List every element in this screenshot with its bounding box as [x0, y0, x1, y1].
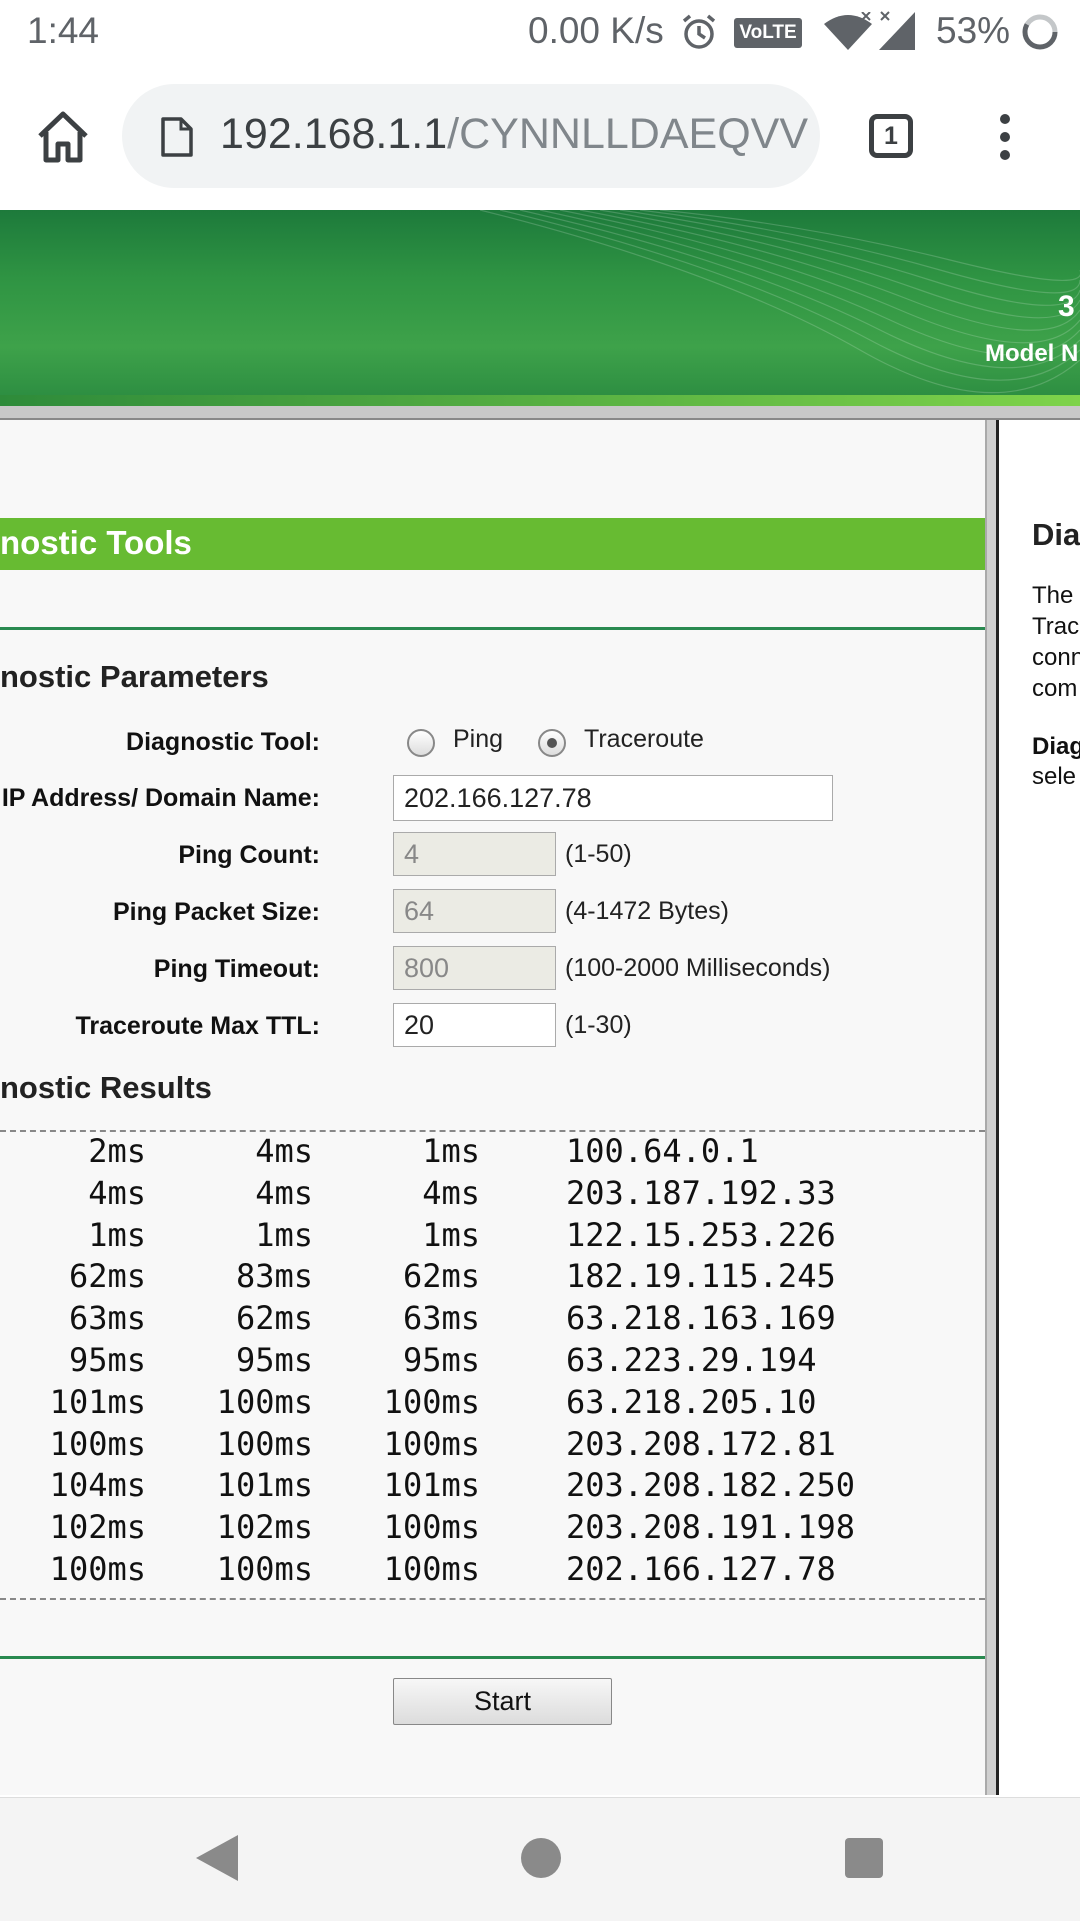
parameters-heading: nostic Parameters — [0, 659, 269, 694]
header-number: 3 — [1058, 290, 1075, 323]
packet-size-input[interactable] — [393, 889, 556, 933]
result-time-t3: 1ms — [422, 1215, 480, 1254]
divider — [0, 627, 985, 630]
packet-size-label: Ping Packet Size: — [112, 898, 320, 926]
result-time-t3: 95ms — [402, 1341, 480, 1379]
header-divider — [0, 406, 1080, 420]
model-name-label: Model N — [985, 340, 1079, 367]
help-text-line: com — [1032, 675, 1078, 702]
help-text-line: sele — [1032, 763, 1077, 790]
result-time-t3: 100ms — [383, 1424, 480, 1463]
ping-radio-label[interactable]: Ping — [453, 725, 503, 754]
ping-count-label: Ping Count: — [178, 841, 320, 869]
result-time-t3: 101ms — [383, 1466, 480, 1505]
result-row: 102ms 102ms 100ms 203.208.191.198 — [0, 1508, 985, 1550]
back-icon[interactable] — [194, 1833, 240, 1883]
results-heading: nostic Results — [0, 1070, 212, 1105]
result-hop-ip: 63.218.205.10 — [566, 1382, 817, 1421]
status-time: 1:44 — [27, 10, 100, 51]
result-time-t3: 62ms — [402, 1257, 480, 1296]
traceroute-radio[interactable] — [538, 729, 566, 757]
tab-switcher-button[interactable]: 1 — [869, 114, 913, 158]
result-row: 101ms 100ms 100ms 63.218.205.10 — [0, 1383, 985, 1425]
result-row: 104ms 101ms 101ms 203.208.182.250 — [0, 1466, 985, 1508]
result-hop-ip: 203.208.182.250 — [566, 1466, 855, 1505]
result-time-t3: 100ms — [383, 1550, 480, 1588]
result-row: 95ms 95ms 95ms 63.223.29.194 — [0, 1341, 985, 1383]
timeout-input[interactable] — [393, 946, 556, 990]
help-text-line: The — [1032, 582, 1074, 609]
ip-address-label: IP Address/ Domain Name: — [1, 784, 320, 812]
router-header-banner — [0, 210, 1080, 406]
url-host: 192.168.1.1 — [220, 110, 448, 158]
ttl-input[interactable] — [393, 1003, 556, 1047]
result-row: 1ms 1ms 1ms 122.15.253.226 — [0, 1216, 985, 1258]
divider — [0, 1656, 985, 1659]
diagnostic-tool-label: Diagnostic Tool: — [126, 728, 320, 756]
url-path: /CYNNLLDAEQVV — [447, 110, 809, 158]
header-accent-line — [0, 395, 1080, 406]
page-icon — [161, 117, 193, 157]
result-time-t3: 100ms — [383, 1508, 480, 1547]
result-row: 2ms 4ms 1ms 100.64.0.1 — [0, 1132, 985, 1174]
ttl-hint: (1-30) — [565, 1011, 632, 1039]
wifi-icon — [824, 12, 872, 50]
help-text-line: Trac — [1032, 613, 1080, 640]
more-menu-icon[interactable] — [990, 112, 1020, 162]
result-time-t3: 63ms — [402, 1299, 480, 1338]
result-hop-ip: 203.208.172.81 — [566, 1424, 836, 1463]
help-title: Dia — [1032, 517, 1080, 552]
result-hop-ip: 202.166.127.78 — [566, 1550, 836, 1588]
home-nav-icon[interactable] — [521, 1838, 561, 1878]
result-row: 100ms 100ms 100ms 203.208.172.81 — [0, 1425, 985, 1467]
result-time-t3: 100ms — [383, 1382, 480, 1421]
timeout-hint: (100-2000 Milliseconds) — [565, 954, 831, 982]
result-hop-ip: 203.187.192.33 — [566, 1173, 836, 1212]
result-row: 63ms 62ms 63ms 63.218.163.169 — [0, 1299, 985, 1341]
volte-badge: VoLTE — [734, 18, 802, 48]
section-title: nostic Tools — [0, 524, 192, 561]
result-row: 4ms 4ms 4ms 203.187.192.33 — [0, 1174, 985, 1216]
result-time-t3: 4ms — [422, 1173, 480, 1212]
recents-icon[interactable] — [845, 1838, 883, 1878]
ip-address-input[interactable] — [393, 775, 833, 821]
result-hop-ip: 203.208.191.198 — [566, 1508, 855, 1547]
ping-count-input[interactable] — [393, 832, 556, 876]
signal-icon — [879, 11, 915, 50]
result-hop-ip: 182.19.115.245 — [566, 1257, 836, 1296]
result-time-t3: 1ms — [422, 1132, 480, 1170]
result-hop-ip: 63.223.29.194 — [566, 1341, 817, 1379]
network-speed: 0.00 K/s — [528, 10, 664, 51]
result-hop-ip: 63.218.163.169 — [566, 1299, 836, 1338]
result-row: 62ms 83ms 62ms 182.19.115.245 — [0, 1257, 985, 1299]
result-row: 100ms 100ms 100ms 202.166.127.78 — [0, 1550, 985, 1592]
home-icon[interactable] — [34, 108, 92, 166]
timeout-label: Ping Timeout: — [153, 955, 320, 983]
alarm-icon — [682, 14, 716, 49]
ttl-label: Traceroute Max TTL: — [75, 1012, 321, 1040]
help-bold-line: Diag — [1032, 733, 1080, 760]
battery-icon — [1022, 14, 1058, 50]
start-button[interactable]: Start — [393, 1678, 612, 1725]
packet-size-hint: (4-1472 Bytes) — [565, 897, 729, 925]
ping-radio[interactable] — [407, 729, 435, 757]
battery-percent: 53% — [936, 10, 1011, 51]
result-hop-ip: 122.15.253.226 — [566, 1215, 836, 1254]
url-text[interactable]: 192.168.1.1/CYNNLLDAEQVV — [220, 110, 808, 159]
traceroute-radio-label[interactable]: Traceroute — [584, 725, 704, 754]
header-wave-pattern — [479, 210, 1080, 394]
result-hop-ip: 100.64.0.1 — [566, 1132, 759, 1170]
help-text-line: conn — [1032, 644, 1080, 671]
ping-count-hint: (1-50) — [565, 840, 632, 868]
